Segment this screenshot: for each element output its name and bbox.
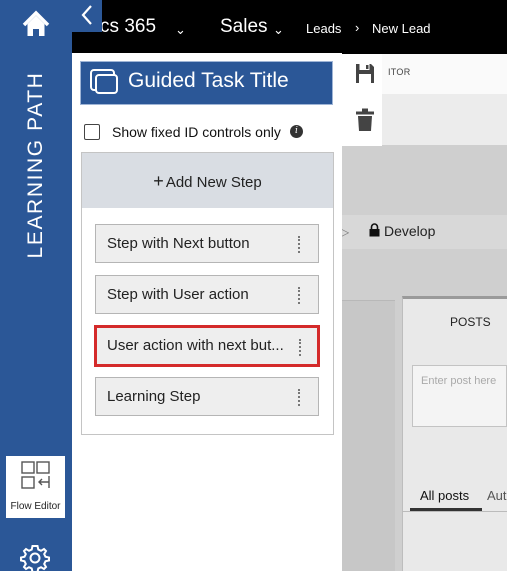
step-label: Learning Step: [107, 388, 201, 405]
tab-auto-posts[interactable]: Aut: [487, 488, 507, 503]
posts-title: POSTS: [450, 315, 491, 329]
add-step-pointer: [192, 198, 216, 208]
chevron-left-icon: [81, 5, 92, 25]
step-label: User action with next but...: [107, 337, 284, 354]
fixed-id-checkbox[interactable]: [84, 124, 100, 140]
chevron-down-icon[interactable]: ⌄: [273, 22, 284, 38]
home-button[interactable]: [0, 0, 72, 48]
active-tab-indicator: [410, 508, 482, 511]
flow-editor-button[interactable]: Flow Editor: [6, 456, 65, 518]
info-icon[interactable]: i: [290, 125, 303, 138]
chevron-down-icon[interactable]: ⌄: [175, 22, 186, 38]
drag-handle-icon[interactable]: [299, 339, 301, 356]
lock-icon: [369, 223, 380, 237]
home-icon: [22, 10, 50, 36]
drag-handle-icon[interactable]: [298, 287, 300, 304]
crm-editor-label: ITOR: [388, 67, 411, 77]
post-placeholder: Enter post here: [421, 375, 497, 387]
step-label: Step with Next button: [107, 235, 250, 252]
gear-icon: [20, 545, 50, 571]
crm-form-column: [333, 300, 395, 571]
step-label: Step with User action: [107, 286, 249, 303]
flow-editor-icon: [21, 461, 50, 489]
step-item[interactable]: Step with Next button: [95, 224, 319, 263]
add-step-label: Add New Step: [165, 174, 262, 191]
guided-task-icon: [90, 69, 118, 94]
breadcrumb-new-lead: New Lead: [372, 21, 431, 36]
step-item[interactable]: Learning Step: [95, 377, 319, 416]
step-item-selected[interactable]: User action with next but...: [94, 325, 320, 367]
delete-button[interactable]: [356, 108, 374, 137]
learning-path-title: LEARNING PATH: [24, 71, 47, 259]
breadcrumb-separator: ›: [355, 20, 360, 35]
tab-all-posts[interactable]: All posts: [420, 488, 469, 503]
step-item[interactable]: Step with User action: [95, 275, 319, 314]
save-button[interactable]: [355, 63, 375, 89]
drag-handle-icon[interactable]: [298, 389, 300, 406]
add-step-text: + Add New Step: [82, 171, 333, 192]
crm-area-sales[interactable]: Sales: [220, 16, 268, 38]
task-title[interactable]: Guided Task Title: [128, 69, 289, 93]
learning-path-sidebar: LEARNING PATH Flow Editor: [0, 0, 72, 571]
crm-posts-panel: [402, 296, 507, 571]
stage-develop[interactable]: Develop: [384, 223, 435, 239]
breadcrumb-leads[interactable]: Leads: [306, 21, 341, 36]
tab-divider: [402, 511, 507, 512]
collapse-panel-button[interactable]: [72, 0, 102, 32]
plus-icon: +: [153, 171, 164, 191]
drag-handle-icon[interactable]: [298, 236, 300, 253]
trash-icon: [356, 108, 374, 131]
fixed-id-label: Show fixed ID controls only: [112, 124, 281, 140]
flow-editor-label: Flow Editor: [10, 501, 61, 512]
settings-button[interactable]: [20, 543, 50, 571]
save-icon: [356, 64, 374, 83]
